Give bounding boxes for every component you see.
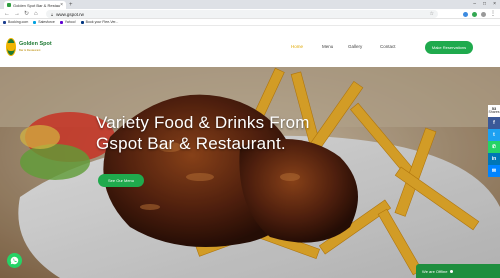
facebook-share-icon[interactable]: f [488, 117, 500, 129]
share-count: 53 Shares [488, 105, 500, 117]
address-bar[interactable]: 🔒︎ www.gspot.rw ☆ [46, 10, 438, 18]
maximize-icon[interactable]: □ [483, 0, 486, 8]
whatsapp-chat-button[interactable] [7, 253, 22, 268]
hero-section: Variety Food & Drinks From Gspot Bar & R… [0, 67, 500, 278]
twitter-share-icon[interactable]: t [488, 129, 500, 141]
bookmark-star-icon[interactable]: ☆ [430, 10, 434, 18]
hero-title: Variety Food & Drinks From Gspot Bar & R… [96, 112, 310, 154]
offline-indicator-icon [450, 269, 454, 273]
bookmark-item[interactable]: Booking.com [3, 20, 28, 24]
bookmark-item[interactable]: Yahoo! [59, 20, 76, 24]
live-chat-widget[interactable]: We are Offline [416, 264, 500, 278]
site-favicon-icon [7, 3, 11, 7]
forward-icon[interactable]: → [14, 10, 20, 18]
url-text: www.gspot.rw [56, 11, 84, 17]
back-icon[interactable]: ← [4, 10, 10, 18]
messenger-share-icon[interactable]: ✉ [488, 165, 500, 177]
profile-avatar[interactable] [481, 11, 486, 17]
tab-strip: Golden Spot Bar & Restau × + – □ × [0, 0, 500, 9]
tab-title: Golden Spot Bar & Restau [13, 2, 61, 8]
home-icon[interactable]: ⌂ [34, 10, 38, 18]
nav-home[interactable]: Home [291, 44, 303, 49]
logo-subtitle: Bar & Restaurant [19, 47, 41, 52]
chat-status-label: We are Offline [422, 268, 448, 274]
browser-tab[interactable]: Golden Spot Bar & Restau × [4, 1, 66, 9]
lock-icon: 🔒︎ [51, 11, 54, 17]
hero-food-image [0, 67, 500, 278]
whatsapp-icon [10, 256, 19, 265]
nav-contact[interactable]: Contact [380, 44, 396, 49]
bookmarks-bar: Booking.com Salesforce Yahoo! Book your … [0, 19, 500, 26]
reload-icon[interactable]: ↻ [24, 10, 29, 18]
bookmark-favicon-icon [80, 20, 84, 24]
nav-gallery[interactable]: Gallery [348, 44, 362, 49]
bookmark-item[interactable]: Salesforce [33, 20, 55, 24]
beer-mug-icon [6, 38, 16, 56]
nav-menu[interactable]: Menu [322, 44, 333, 49]
toolbar-extensions: ⋮ [463, 10, 496, 18]
minimize-icon[interactable]: – [473, 0, 476, 8]
browser-toolbar: ← → ↻ ⌂ 🔒︎ www.gspot.rw ☆ ⋮ [0, 9, 500, 19]
tab-close-icon[interactable]: × [60, 2, 63, 8]
linkedin-share-icon[interactable]: in [488, 153, 500, 165]
new-tab-icon[interactable]: + [69, 1, 73, 9]
make-reservations-button[interactable]: Make Reservations [425, 41, 473, 54]
close-window-icon[interactable]: × [493, 0, 496, 8]
menu-dots-icon[interactable]: ⋮ [490, 10, 496, 18]
site-header: Golden Spot Bar & Restaurant Home Menu G… [0, 27, 500, 67]
bookmark-favicon-icon [33, 20, 37, 24]
bookmark-item[interactable]: Book your Flee-Ver... [80, 20, 118, 24]
share-count-label: Shares [488, 110, 500, 114]
see-our-menu-button[interactable]: See Our Menu [98, 174, 144, 187]
browser-window: Golden Spot Bar & Restau × + – □ × ← → ↻… [0, 0, 500, 278]
bookmark-favicon-icon [59, 20, 63, 24]
bookmark-favicon-icon [3, 20, 6, 24]
hero-title-line-2: Gspot Bar & Restaurant. [96, 134, 286, 153]
share-sidebar: 53 Shares f t ✆ in ✉ [488, 105, 500, 177]
hero-title-line-1: Variety Food & Drinks From [96, 113, 310, 132]
extension-icon[interactable] [472, 11, 477, 17]
window-controls: – □ × [473, 0, 496, 8]
whatsapp-share-icon[interactable]: ✆ [488, 141, 500, 153]
extension-icon[interactable] [463, 11, 468, 17]
site-logo[interactable]: Golden Spot Bar & Restaurant [6, 37, 52, 57]
